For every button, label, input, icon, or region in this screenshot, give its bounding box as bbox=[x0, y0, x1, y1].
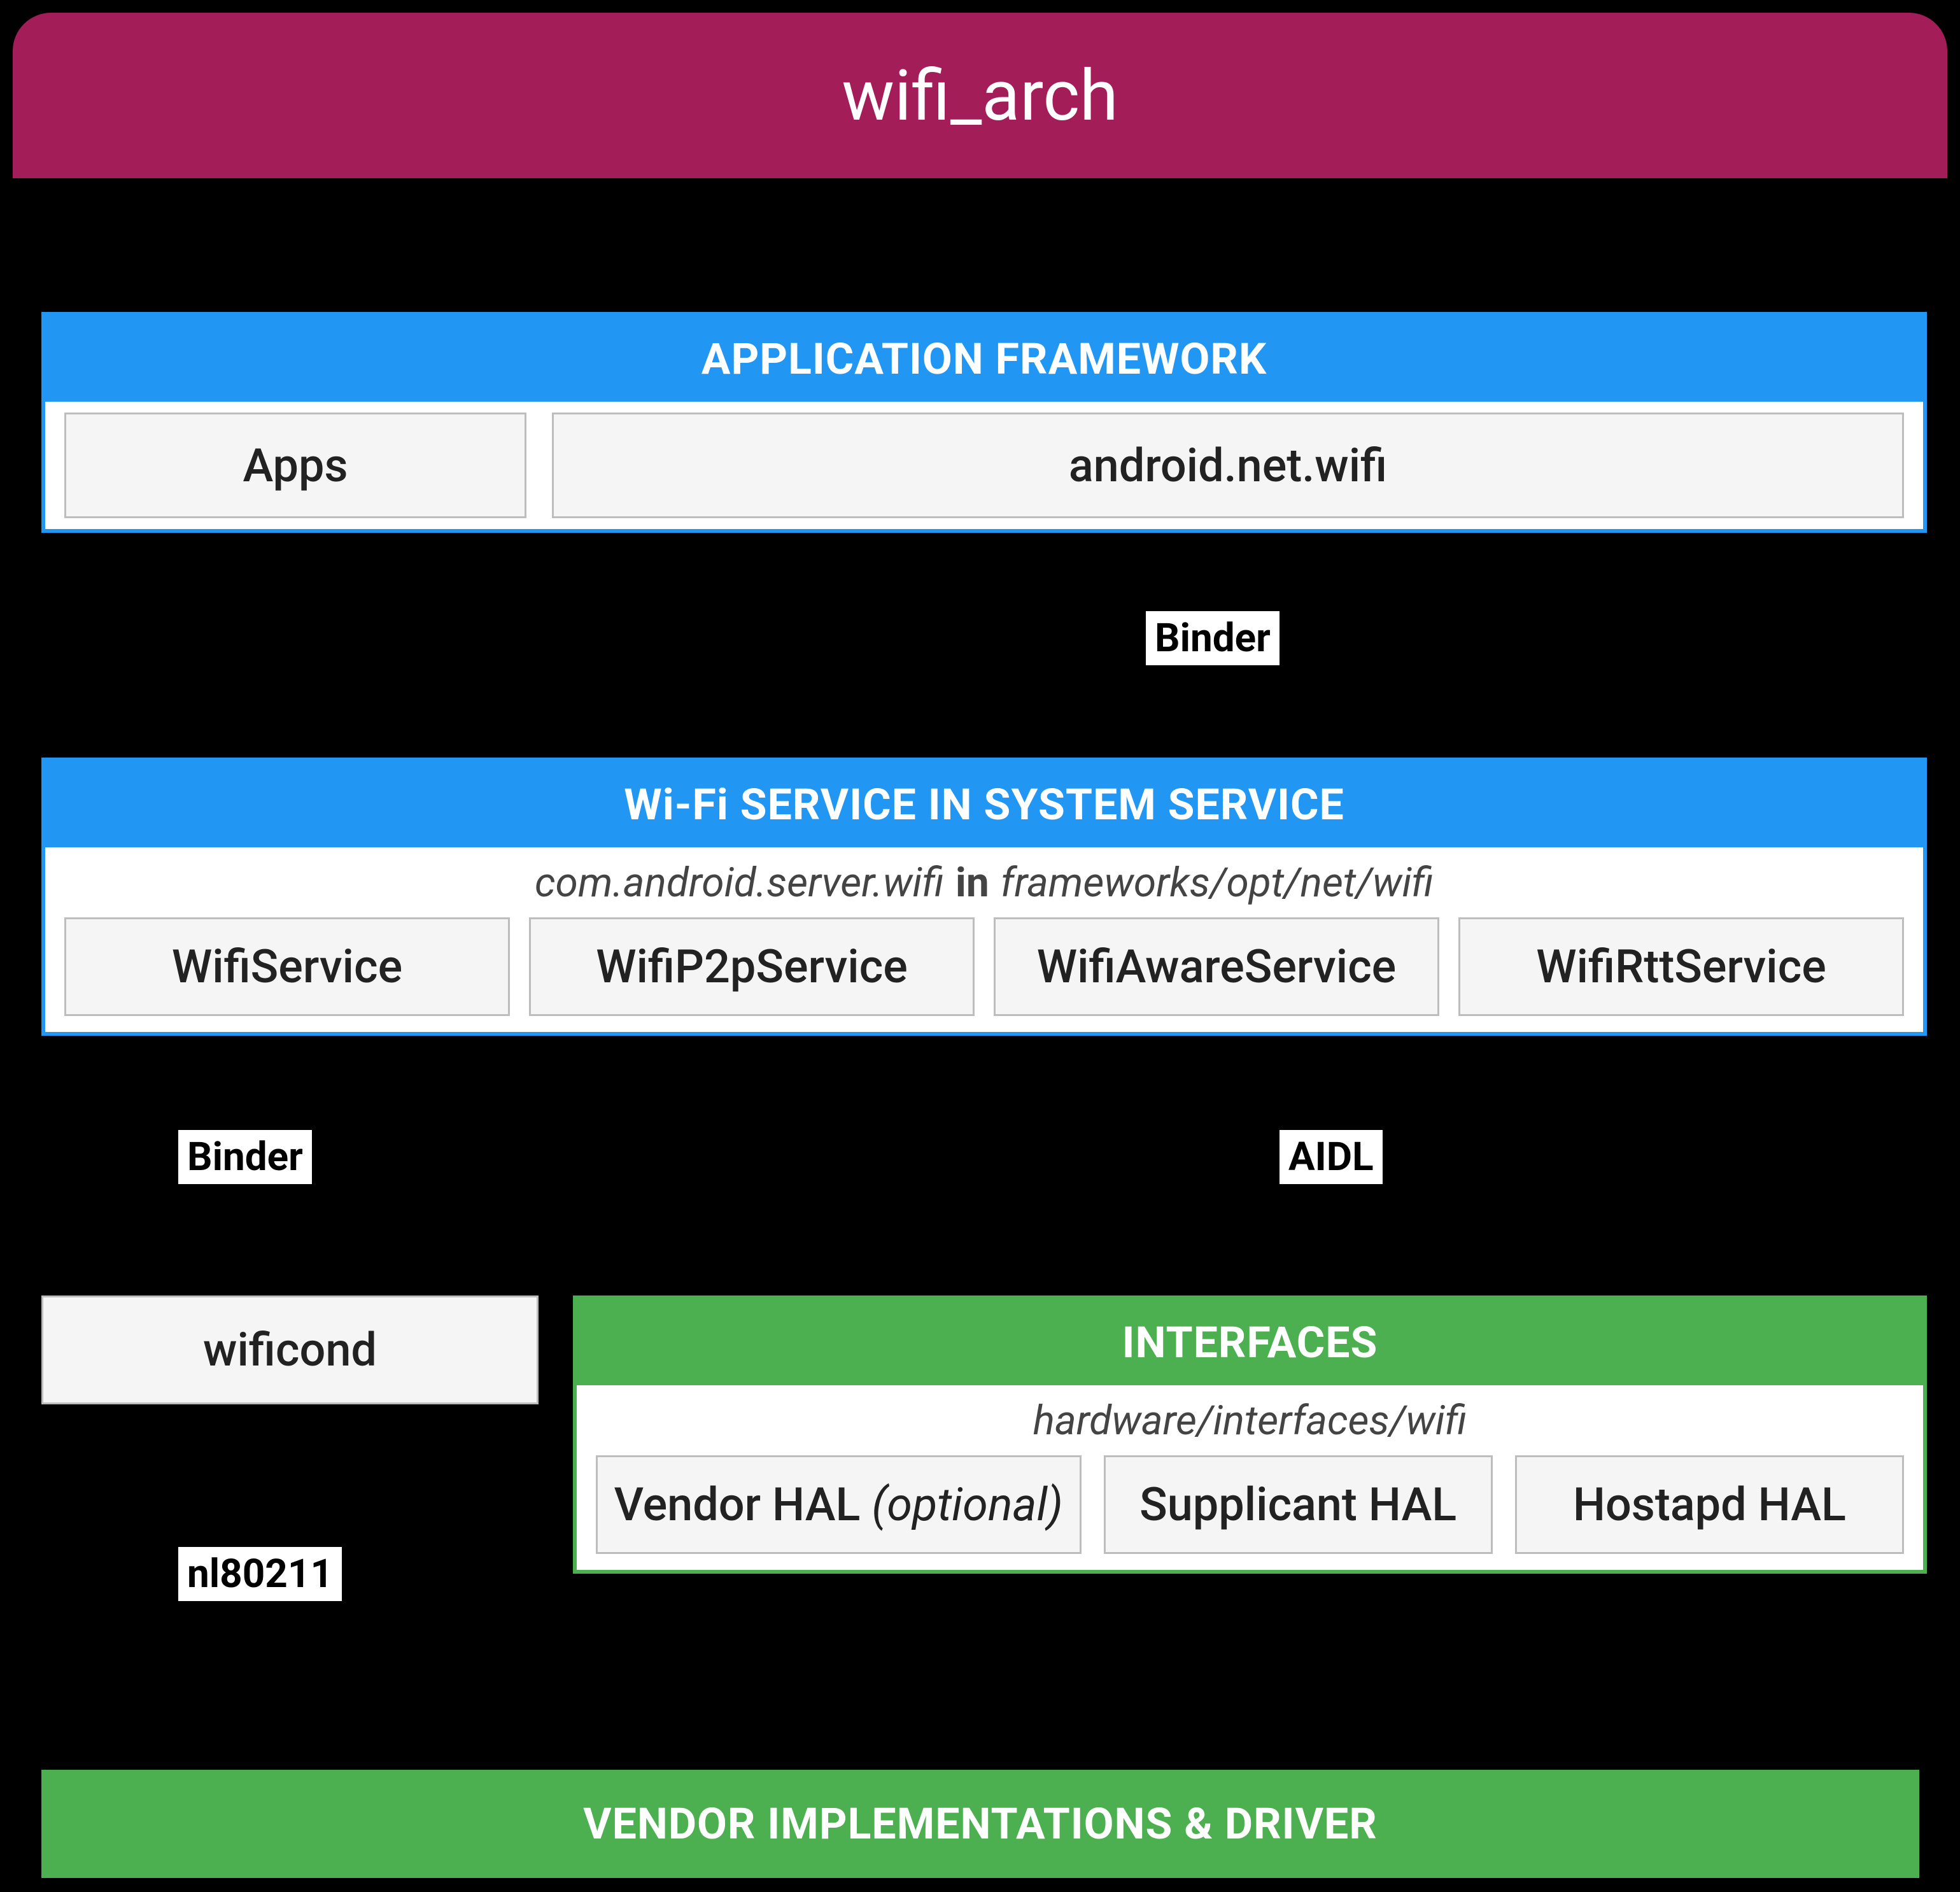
arrow-head-down-wificond bbox=[275, 1272, 303, 1294]
arrow-head-up-interfaces bbox=[1327, 1054, 1355, 1076]
system-service-path: frameworks/opt/net/wifi bbox=[1001, 859, 1434, 907]
box-hostapd-hal: Hostapd HAL bbox=[1515, 1455, 1904, 1554]
system-service-body: com.android.server.wifi in frameworks/op… bbox=[45, 847, 1923, 1032]
diagram-canvas: wifi_arch APPLICATION FRAMEWORK Apps and… bbox=[0, 0, 1960, 1892]
interfaces-panel: INTERFACES hardware/interfaces/wifi Vend… bbox=[573, 1295, 1927, 1574]
box-vendor-hal: Vendor HAL (optional) bbox=[596, 1455, 1082, 1554]
arrow-interfaces-to-vendor bbox=[1337, 1585, 1344, 1744]
interfaces-body: hardware/interfaces/wifi Vendor HAL (opt… bbox=[577, 1385, 1923, 1570]
box-wifi-aware-service: WifiAwareService bbox=[994, 917, 1439, 1016]
edge-label-aidl: AIDL bbox=[1280, 1130, 1383, 1184]
vendor-implementations-bar: VENDOR IMPLEMENTATIONS & DRIVER bbox=[41, 1770, 1919, 1878]
application-framework-header: APPLICATION FRAMEWORK bbox=[45, 316, 1923, 402]
vendor-hal-note: (optional) bbox=[871, 1478, 1063, 1532]
edge-label-binder-top: Binder bbox=[1146, 611, 1280, 665]
system-service-panel: Wi-Fi SERVICE IN SYSTEM SERVICE com.andr… bbox=[41, 758, 1927, 1036]
arrow-head-down-interfaces bbox=[1327, 1272, 1355, 1294]
box-apps: Apps bbox=[64, 413, 526, 518]
arrow-head-up-wificond bbox=[275, 1054, 303, 1076]
arrow-head-up-af bbox=[1211, 546, 1239, 568]
title-text: wifi_arch bbox=[842, 55, 1118, 137]
vendor-hal-label: Vendor HAL bbox=[614, 1478, 861, 1532]
title-bar: wifi_arch bbox=[13, 13, 1947, 178]
interfaces-subtitle: hardware/interfaces/wifi bbox=[577, 1385, 1923, 1455]
arrow-head-up-nl80211 bbox=[275, 1422, 303, 1443]
system-service-pkg: com.android.server.wifi bbox=[535, 859, 944, 907]
interfaces-header: INTERFACES bbox=[577, 1299, 1923, 1385]
arrow-head-down-ifv bbox=[1327, 1744, 1355, 1766]
box-android-net-wifi: android.net.wifi bbox=[552, 413, 1904, 518]
arrow-head-down-ss bbox=[1211, 733, 1239, 755]
edge-label-binder-wificond: Binder bbox=[178, 1130, 312, 1184]
edge-label-nl80211: nl80211 bbox=[178, 1547, 342, 1601]
box-wifi-p2p-service: WifiP2pService bbox=[529, 917, 975, 1016]
application-framework-panel: APPLICATION FRAMEWORK Apps android.net.w… bbox=[41, 312, 1927, 533]
application-framework-body: Apps android.net.wifi bbox=[45, 402, 1923, 529]
box-wificond: wificond bbox=[41, 1295, 539, 1404]
box-wifi-service: WifiService bbox=[64, 917, 510, 1016]
system-service-in: in bbox=[955, 859, 989, 907]
arrow-head-up-ifv bbox=[1327, 1584, 1355, 1606]
system-service-subtitle: com.android.server.wifi in frameworks/op… bbox=[45, 847, 1923, 917]
system-service-header: Wi-Fi SERVICE IN SYSTEM SERVICE bbox=[45, 761, 1923, 847]
box-wifi-rtt-service: WifiRttService bbox=[1458, 917, 1904, 1016]
arrow-head-down-nl80211 bbox=[275, 1744, 303, 1766]
box-supplicant-hal: Supplicant HAL bbox=[1104, 1455, 1493, 1554]
